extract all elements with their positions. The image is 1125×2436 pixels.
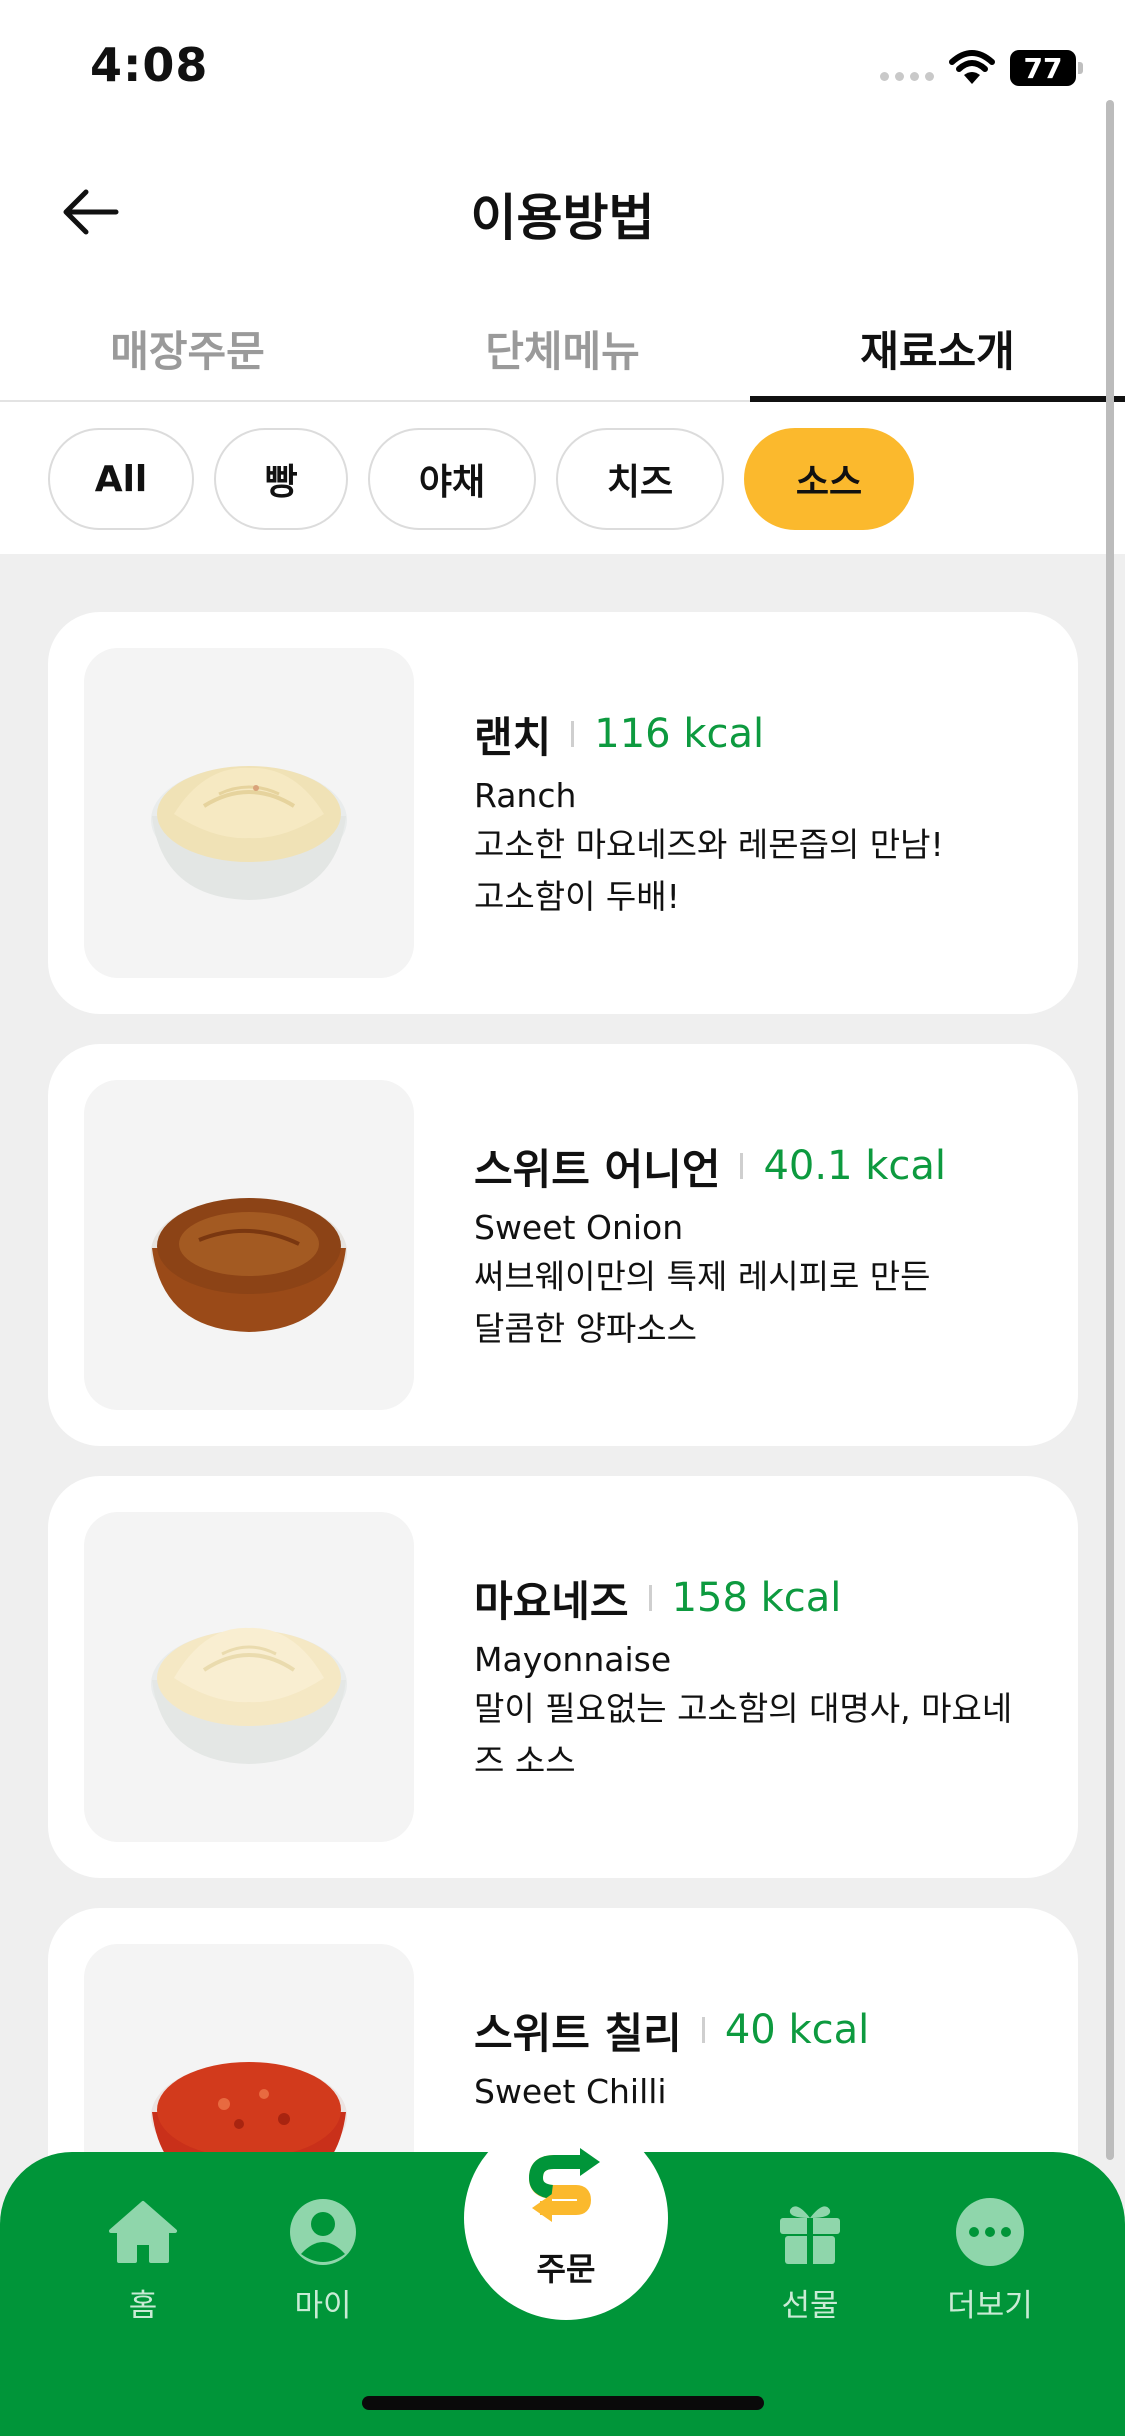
tab-group-menu[interactable]: 단체메뉴: [375, 290, 750, 400]
battery-icon: 77: [1010, 50, 1083, 86]
filter-chip-bread[interactable]: 빵: [214, 428, 348, 530]
item-kcal: 158 kcal: [671, 1575, 842, 1621]
tab-ingredients[interactable]: 재료소개: [750, 290, 1125, 402]
ingredient-card[interactable]: 스위트 어니언 40.1 kcal Sweet Onion 써브웨이만의 특제 …: [48, 1044, 1078, 1446]
home-icon: [107, 2196, 179, 2268]
item-description: 고소한 마요네즈와 레몬즙의 만남! 고소함이 두배!: [474, 819, 1064, 923]
description-line: 달콤한 양파소스: [474, 1309, 698, 1348]
ingredient-card[interactable]: 랜치 116 kcal Ranch 고소한 마요네즈와 레몬즙의 만남! 고소함…: [48, 612, 1078, 1014]
item-kcal: 40.1 kcal: [763, 1143, 947, 1189]
divider: [740, 1153, 744, 1179]
scrollbar[interactable]: [1106, 100, 1114, 2160]
filter-chip-cheese[interactable]: 치즈: [556, 428, 724, 530]
filter-chip-vegetable[interactable]: 야채: [368, 428, 536, 530]
user-profile-icon: [287, 2196, 359, 2268]
description-line: 즈 소스: [474, 1741, 576, 1780]
item-kcal: 40 kcal: [724, 2007, 870, 2053]
status-bar: 4:08 77: [0, 0, 1125, 140]
more-icon: [954, 2196, 1026, 2268]
nav-more-label: 더보기: [947, 2288, 1033, 2324]
order-label: 주문: [536, 2250, 596, 2288]
filter-chip-all[interactable]: All: [48, 428, 194, 530]
item-description: 말이 필요없는 고소함의 대명사, 마요네 즈 소스: [474, 1683, 1064, 1787]
subway-logo-icon: [528, 2148, 600, 2222]
item-english-name: Mayonnaise: [474, 1640, 672, 1679]
description-line: 써브웨이만의 특제 레시피로 만든: [474, 1257, 931, 1296]
page-title: 이용방법: [470, 189, 655, 247]
nav-home-label: 홈: [128, 2288, 158, 2324]
nav-gift[interactable]: 선물: [735, 2196, 885, 2325]
description-line: 고소함이 두배!: [474, 877, 680, 916]
item-description: 써브웨이만의 특제 레시피로 만든 달콤한 양파소스: [474, 1251, 1064, 1355]
ranch-sauce-image: [84, 648, 414, 978]
description-line: 고소한 마요네즈와 레몬즙의 만남!: [474, 825, 944, 864]
item-name: 랜치: [474, 712, 552, 762]
divider: [648, 1585, 652, 1611]
header: 이용방법: [0, 150, 1125, 270]
item-english-name: Sweet Chilli: [474, 2072, 667, 2111]
gift-icon: [774, 2196, 846, 2268]
status-time: 4:08: [90, 38, 209, 92]
sweet-onion-sauce-image: [84, 1080, 414, 1410]
item-name: 마요네즈: [474, 1576, 629, 1626]
divider: [571, 721, 575, 747]
nav-more[interactable]: 더보기: [915, 2196, 1065, 2325]
cellular-signal-icon: [880, 72, 934, 82]
nav-my-label: 마이: [294, 2288, 352, 2324]
filter-chip-sauce[interactable]: 소스: [744, 428, 914, 530]
item-name: 스위트 칠리: [474, 2008, 682, 2058]
nav-gift-label: 선물: [781, 2288, 839, 2324]
item-name: 스위트 어니언: [474, 1144, 721, 1194]
description-line: 말이 필요없는 고소함의 대명사, 마요네: [474, 1689, 1013, 1728]
item-english-name: Sweet Onion: [474, 1208, 684, 1247]
mayonnaise-sauce-image: [84, 1512, 414, 1842]
ingredient-card[interactable]: 마요네즈 158 kcal Mayonnaise 말이 필요없는 고소함의 대명…: [48, 1476, 1078, 1878]
nav-home[interactable]: 홈: [68, 2196, 218, 2325]
item-english-name: Ranch: [474, 776, 577, 815]
order-button[interactable]: 주문: [464, 2116, 668, 2320]
nav-my[interactable]: 마이: [248, 2196, 398, 2325]
divider: [701, 2017, 705, 2043]
tab-bar: 매장주문 단체메뉴 재료소개: [0, 290, 1125, 402]
tab-store-order[interactable]: 매장주문: [0, 290, 375, 400]
home-indicator: [362, 2396, 764, 2410]
filter-chips: All 빵 야채 치즈 소스: [48, 428, 914, 532]
wifi-icon: [948, 48, 996, 88]
item-kcal: 116 kcal: [594, 711, 765, 757]
